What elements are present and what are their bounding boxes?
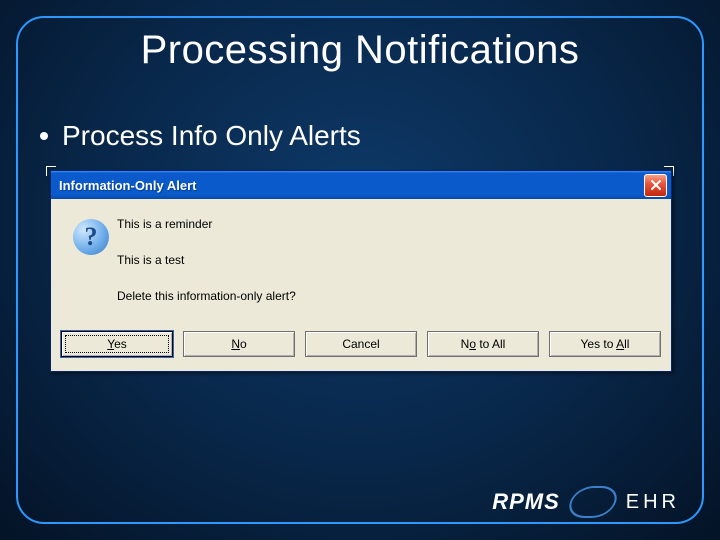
message-line: This is a reminder [117, 217, 657, 231]
no-to-all-button[interactable]: No to All [427, 331, 539, 357]
logo-suffix: EHR [626, 491, 680, 514]
yes-label-rest: es [114, 337, 127, 351]
message-line: Delete this information-only alert? [117, 289, 657, 303]
info-alert-dialog: Information-Only Alert ? This is a remin… [50, 170, 672, 372]
footer-logo: RPMS EHR [492, 486, 680, 518]
dialog-messages: This is a reminder This is a test Delete… [117, 217, 657, 311]
message-line: This is a test [117, 253, 657, 267]
yes-to-all-button[interactable]: Yes to All [549, 331, 661, 357]
slide: Processing Notifications Process Info On… [0, 0, 720, 540]
bullet-text: Process Info Only Alerts [62, 120, 361, 151]
bullet-dot-icon [40, 132, 48, 140]
question-icon: ? [65, 217, 117, 311]
slide-title: Processing Notifications [0, 28, 720, 73]
no-button[interactable]: No [183, 331, 295, 357]
close-icon [650, 179, 662, 191]
bullet-item: Process Info Only Alerts [40, 120, 361, 152]
swoosh-icon [565, 486, 621, 518]
logo-brand: RPMS [492, 489, 560, 515]
close-button[interactable] [644, 174, 667, 197]
dialog-title: Information-Only Alert [59, 178, 196, 193]
dialog-button-row: Yes No Cancel No to All Yes to All [51, 321, 671, 371]
dialog-titlebar[interactable]: Information-Only Alert [51, 171, 671, 199]
cancel-button[interactable]: Cancel [305, 331, 417, 357]
dialog-body: ? This is a reminder This is a test Dele… [51, 199, 671, 321]
yes-button[interactable]: Yes [61, 331, 173, 357]
